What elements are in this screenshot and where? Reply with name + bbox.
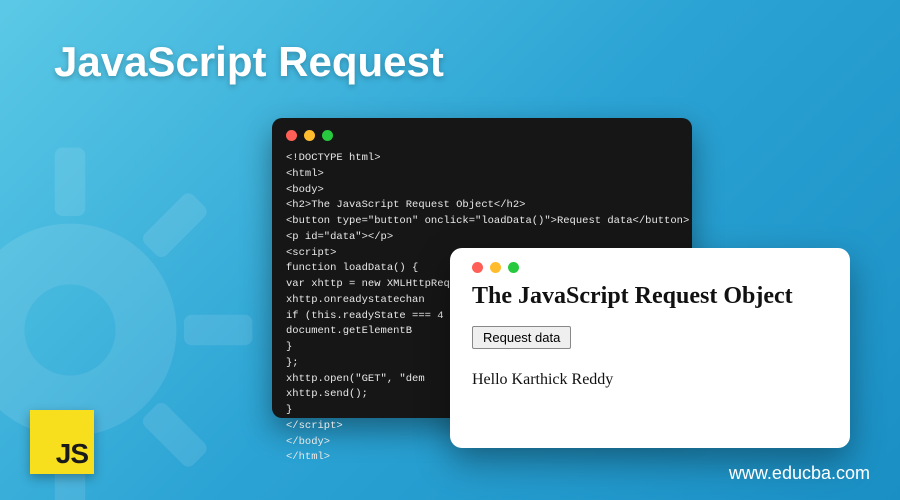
site-url: www.educba.com — [729, 463, 870, 484]
output-heading: The JavaScript Request Object — [472, 283, 828, 310]
js-logo-label: JS — [56, 438, 88, 470]
close-icon[interactable] — [472, 262, 483, 273]
minimize-icon[interactable] — [304, 130, 315, 141]
js-logo-badge: JS — [30, 410, 94, 474]
close-icon[interactable] — [286, 130, 297, 141]
request-data-button[interactable]: Request data — [472, 326, 571, 349]
page-title: JavaScript Request — [54, 38, 444, 86]
maximize-icon[interactable] — [508, 262, 519, 273]
maximize-icon[interactable] — [322, 130, 333, 141]
minimize-icon[interactable] — [490, 262, 501, 273]
output-window: The JavaScript Request Object Request da… — [450, 248, 850, 448]
banner-canvas: JavaScript Request <!DOCTYPE html> <html… — [0, 0, 900, 500]
window-controls — [286, 130, 678, 141]
output-result-text: Hello Karthick Reddy — [472, 371, 828, 389]
window-controls — [472, 262, 828, 273]
